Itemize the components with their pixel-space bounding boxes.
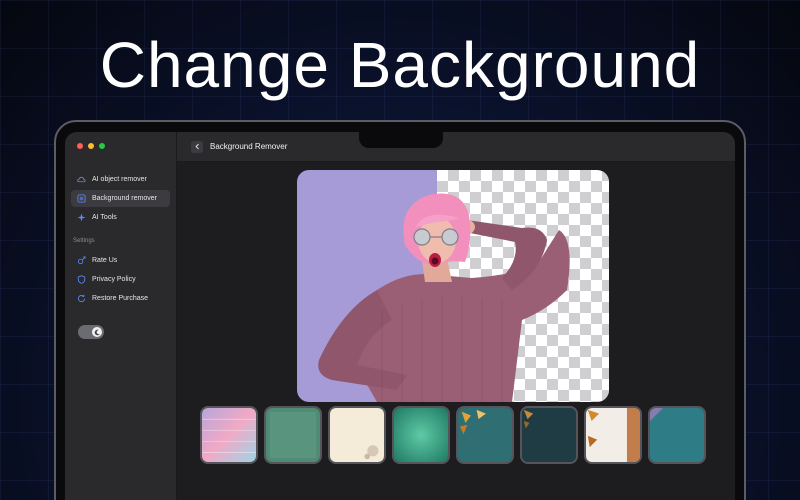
settings-section-label: Settings [73, 238, 95, 244]
sidebar-item-label: Rate Us [92, 257, 118, 264]
camera-notch [359, 122, 443, 148]
thumbnail-cream-floral[interactable] [328, 406, 386, 464]
headline: Change Background [99, 29, 701, 101]
cloud-edit-icon [77, 175, 86, 184]
chevron-left-icon [194, 143, 199, 150]
sidebar-item-restore-purchase[interactable]: Restore Purchase [71, 290, 170, 307]
restore-icon [77, 294, 86, 303]
moon-icon [92, 327, 102, 337]
thumbnail-white-autumn-leaves[interactable] [584, 406, 642, 464]
sidebar-item-background-remover[interactable]: Background remover [71, 190, 170, 207]
back-button[interactable] [191, 140, 203, 153]
photo-canvas[interactable] [297, 170, 609, 402]
shield-icon [77, 275, 86, 284]
background-thumbnails [200, 406, 706, 464]
sidebar-item-ai-tools[interactable]: AI Tools [71, 209, 170, 226]
sparkles-icon [77, 213, 86, 222]
thumbnail-teal-autumn-leaves[interactable] [456, 406, 514, 464]
thumbnail-dark-teal-leaves[interactable] [520, 406, 578, 464]
thumbnail-green-texture[interactable] [264, 406, 322, 464]
sidebar-item-privacy-policy[interactable]: Privacy Policy [71, 271, 170, 288]
subject-woman-image [318, 193, 570, 402]
laptop-frame: AI object remover Background remover AI … [54, 120, 746, 500]
sidebar-item-label: Background remover [92, 195, 157, 202]
sidebar: AI object remover Background remover AI … [65, 132, 177, 500]
sidebar-item-label: AI Tools [92, 214, 117, 221]
dark-mode-toggle[interactable] [78, 325, 104, 339]
main-content: Background Remover [177, 132, 735, 500]
sidebar-item-rate-us[interactable]: Rate Us [71, 252, 170, 269]
thumbnail-rainbow-brick-wall[interactable] [200, 406, 258, 464]
minimize-window-button[interactable] [88, 143, 94, 149]
sidebar-item-ai-object-remover[interactable]: AI object remover [71, 171, 170, 188]
zoom-window-button[interactable] [99, 143, 105, 149]
window-controls [77, 143, 170, 149]
close-window-button[interactable] [77, 143, 83, 149]
thumbnail-teal-gradient[interactable] [392, 406, 450, 464]
toolbar: Background Remover [177, 132, 735, 162]
rate-icon [77, 256, 86, 265]
page-title: Background Remover [210, 142, 288, 151]
layers-icon [77, 194, 86, 203]
sidebar-item-label: Privacy Policy [92, 276, 136, 283]
app-window: AI object remover Background remover AI … [65, 132, 735, 500]
sidebar-item-label: Restore Purchase [92, 295, 149, 302]
thumbnail-teal-paper-corner[interactable] [648, 406, 706, 464]
sidebar-item-label: AI object remover [92, 176, 147, 183]
